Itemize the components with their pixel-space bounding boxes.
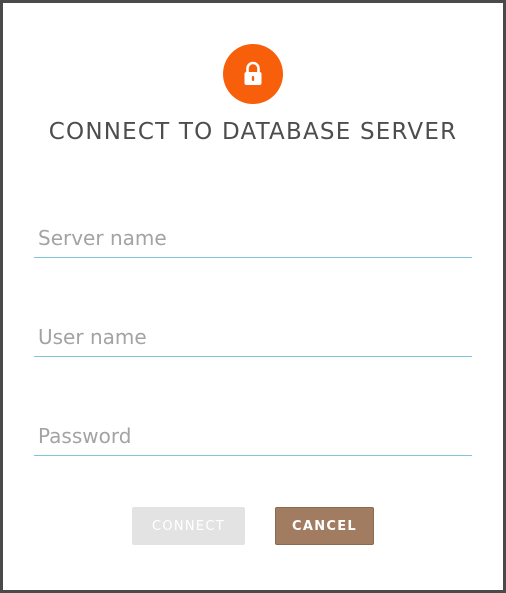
password-input[interactable] [34,416,472,455]
server-name-input[interactable] [34,218,472,257]
connect-button[interactable]: CONNECT [132,507,245,545]
password-field [34,416,472,456]
user-name-field [34,317,472,357]
cancel-button[interactable]: CANCEL [275,507,374,545]
lock-icon [223,44,283,104]
server-name-field [34,218,472,258]
user-name-input[interactable] [34,317,472,356]
dialog-title: CONNECT TO DATABASE SERVER [48,119,458,145]
connect-dialog: CONNECT TO DATABASE SERVER CONNECT CANCE… [3,3,503,590]
